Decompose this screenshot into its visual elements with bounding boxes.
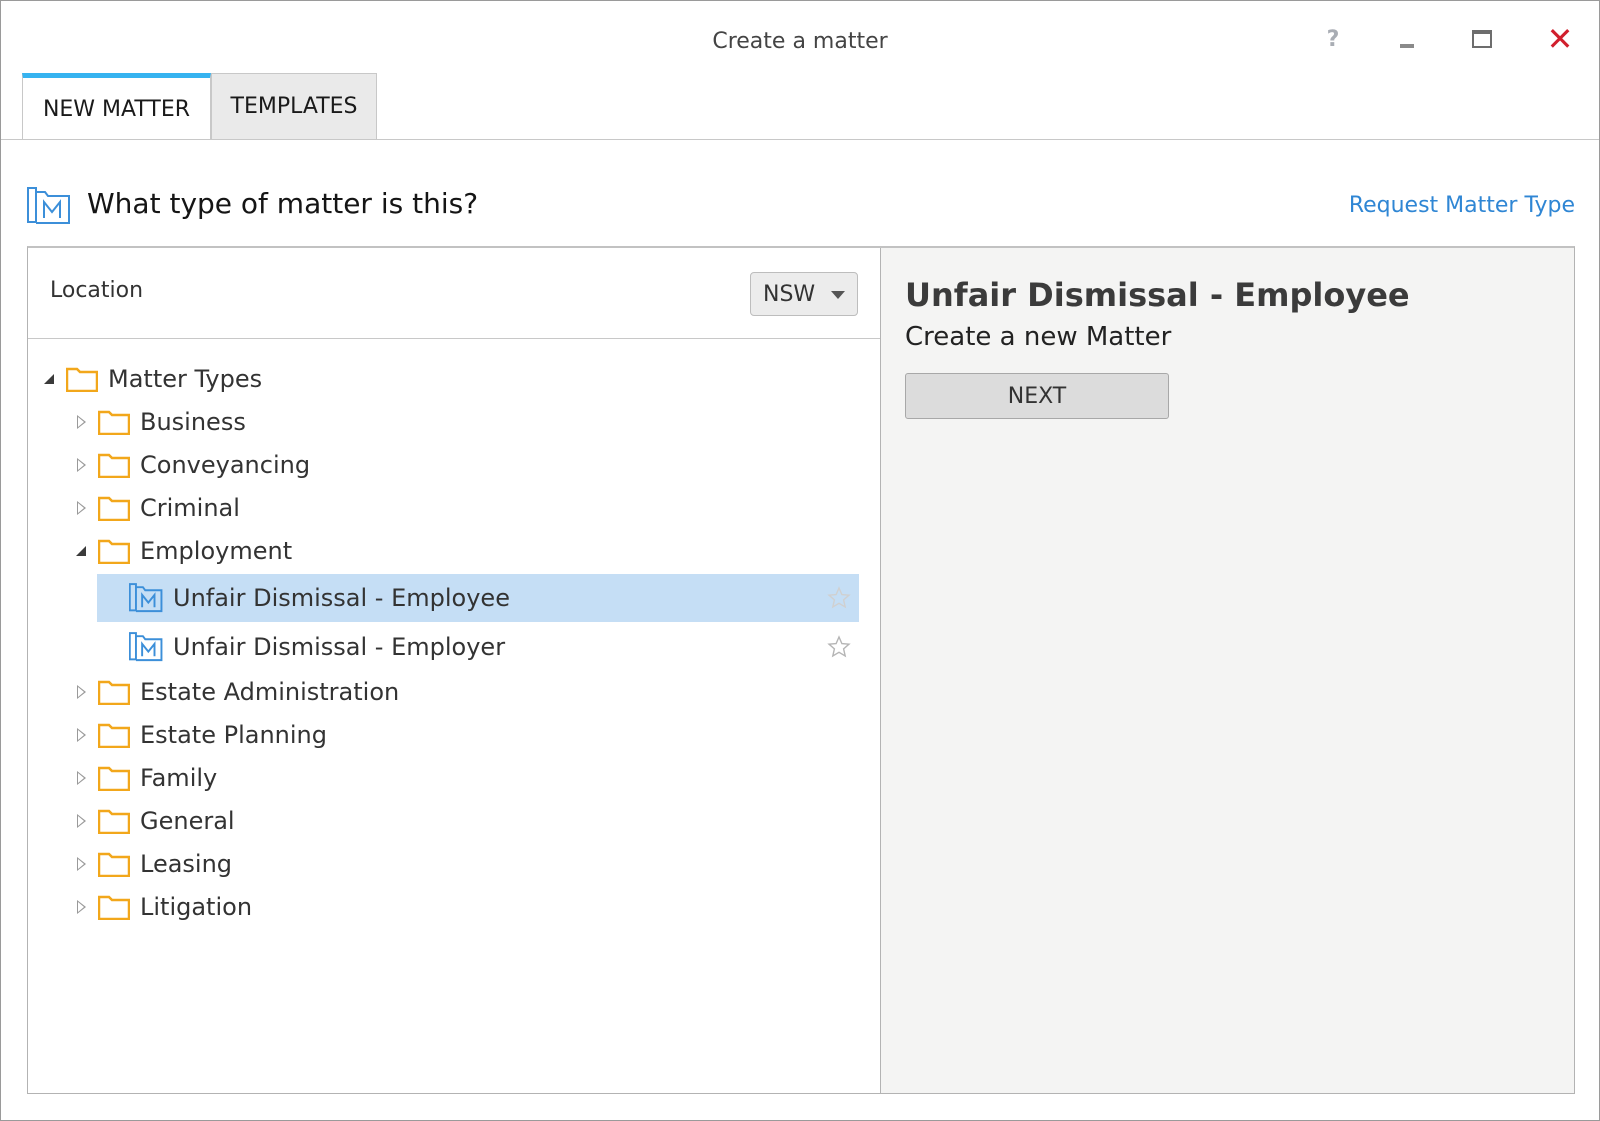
tab-divider [1,139,1599,140]
tree-folder-criminal[interactable]: Criminal [72,486,240,530]
maximize-button[interactable] [1467,19,1497,59]
tree-folder-family[interactable]: Family [72,756,217,800]
tree-item-label: Litigation [140,893,253,921]
minimize-button[interactable] [1393,19,1421,59]
tree-item-label: Leasing [140,850,233,878]
collapsed-triangle-icon [76,501,86,515]
tree-expander[interactable] [72,842,90,886]
folder-icon [98,766,130,791]
tree-expander[interactable] [72,713,90,757]
request-matter-type-link[interactable]: Request Matter Type [1349,193,1575,218]
matter-type-icon [27,187,70,224]
tree-item-label: Estate Planning [140,721,327,749]
star-icon[interactable] [827,586,851,610]
location-label: Location [50,278,144,303]
folder-icon [98,496,130,521]
expanded-triangle-icon [44,374,54,384]
tree-folder-estate-planning[interactable]: Estate Planning [72,713,327,757]
tree-folder-employment[interactable]: Employment [72,529,292,573]
tree-root-matter-types[interactable]: Matter Types [40,357,262,401]
folder-icon [98,453,130,478]
tree-item-unfair-dismissal-employee[interactable]: Unfair Dismissal - Employee [97,574,859,622]
tree-item-label: Estate Administration [140,678,400,706]
tree-item-label: General [140,807,235,835]
folder-icon [98,539,130,564]
folder-icon [98,723,130,748]
collapsed-triangle-icon [76,685,86,699]
matter-type-panel: Location NSW Matter Types Business Conve… [27,246,1575,1094]
tree-item-label: Business [140,408,246,436]
tree-item-unfair-dismissal-employer[interactable]: Unfair Dismissal - Employer [97,623,859,671]
chevron-down-icon [831,291,845,299]
location-value: NSW [763,282,816,307]
tree-expander[interactable] [72,486,90,530]
matter-type-tree-pane: Location NSW Matter Types Business Conve… [28,248,881,1093]
collapsed-triangle-icon [76,814,86,828]
tree-expander[interactable] [72,443,90,487]
maximize-icon [1472,30,1492,48]
location-row: Location NSW [28,248,880,339]
matter-detail-pane: Unfair Dismissal - Employee Create a new… [881,248,1574,1093]
folder-icon [98,680,130,705]
minimize-icon [1400,44,1414,48]
folder-icon [98,809,130,834]
tree-expander[interactable] [72,799,90,843]
selected-matter-title: Unfair Dismissal - Employee [905,276,1410,314]
matter-type-icon [129,632,163,662]
tree-item-label: Conveyancing [140,451,311,479]
collapsed-triangle-icon [76,415,86,429]
selected-matter-subtitle: Create a new Matter [905,322,1172,352]
page-question: What type of matter is this? [87,187,479,220]
folder-icon [98,410,130,435]
tree-item-label: Unfair Dismissal - Employee [173,584,510,612]
tree-expander[interactable] [72,756,90,800]
collapsed-triangle-icon [76,458,86,472]
help-button[interactable]: ? [1319,19,1347,59]
matter-type-icon [129,583,163,613]
tree-expander[interactable] [72,400,90,444]
expanded-triangle-icon [76,546,86,556]
tree-item-label: Matter Types [108,365,263,393]
tree-item-label: Criminal [140,494,240,522]
tree-expander[interactable] [40,357,58,401]
collapsed-triangle-icon [76,771,86,785]
location-select[interactable]: NSW [750,272,858,316]
collapsed-triangle-icon [76,728,86,742]
folder-icon [98,895,130,920]
tree-folder-leasing[interactable]: Leasing [72,842,232,886]
tree-item-label: Employment [140,537,293,565]
tree-folder-conveyancing[interactable]: Conveyancing [72,443,310,487]
create-matter-window: Create a matter ? ✕ NEW MATTER TEMPLATES… [0,0,1600,1121]
close-button[interactable]: ✕ [1545,19,1575,59]
tree-folder-business[interactable]: Business [72,400,246,444]
tree-expander[interactable] [72,529,90,573]
tab-new-matter[interactable]: NEW MATTER [22,73,211,140]
tree-folder-litigation[interactable]: Litigation [72,885,252,929]
collapsed-triangle-icon [76,900,86,914]
folder-icon [66,367,98,392]
tree-folder-general[interactable]: General [72,799,235,843]
tab-templates[interactable]: TEMPLATES [211,73,377,139]
tree-expander[interactable] [72,670,90,714]
next-button[interactable]: NEXT [905,373,1169,419]
tree-expander[interactable] [72,885,90,929]
tree-folder-estate-administration[interactable]: Estate Administration [72,670,399,714]
window-title: Create a matter [712,29,888,54]
collapsed-triangle-icon [76,857,86,871]
star-icon[interactable] [827,635,851,659]
folder-icon [98,852,130,877]
tree-item-label: Family [140,764,218,792]
tree-item-label: Unfair Dismissal - Employer [173,633,506,661]
